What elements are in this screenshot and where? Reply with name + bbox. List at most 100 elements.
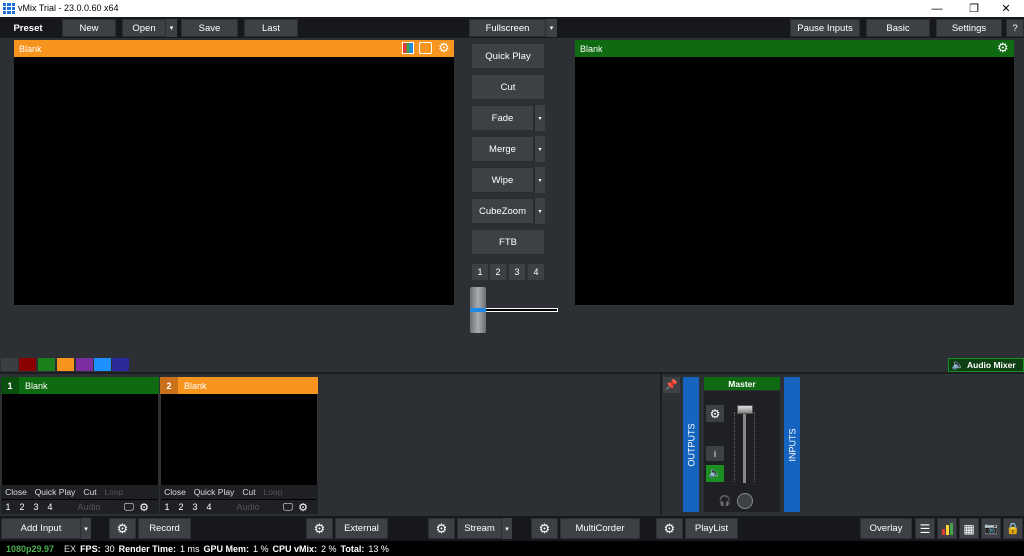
- output-gear-icon[interactable]: ⚙: [997, 40, 1010, 56]
- external-button[interactable]: External: [335, 518, 388, 539]
- input-2-cut-button[interactable]: Cut: [238, 487, 260, 497]
- audio-levels-icon[interactable]: [937, 518, 957, 539]
- cubezoom-dropdown-button[interactable]: ▾: [534, 198, 545, 224]
- input-2-gear-icon[interactable]: ⚙: [296, 501, 310, 514]
- preset-label[interactable]: Preset: [8, 20, 48, 36]
- lock-icon[interactable]: 🔒: [1003, 518, 1023, 539]
- color-correction-icon[interactable]: [402, 42, 414, 54]
- input-1-gear-icon[interactable]: ⚙: [137, 501, 151, 514]
- preview-title: Blank: [19, 43, 42, 54]
- playlist-button[interactable]: PlayList: [685, 518, 738, 539]
- record-gear-icon[interactable]: ⚙: [109, 518, 136, 539]
- preview-video[interactable]: [14, 57, 454, 305]
- color-swatch[interactable]: [76, 358, 93, 371]
- ftb-button[interactable]: FTB: [471, 229, 545, 255]
- cpu-vmix-label: CPU vMix:: [272, 543, 318, 554]
- stream-button[interactable]: Stream: [457, 518, 502, 539]
- color-swatch[interactable]: [19, 358, 36, 371]
- new-button[interactable]: New: [62, 19, 116, 37]
- input-2-close-button[interactable]: Close: [160, 487, 190, 497]
- color-swatch[interactable]: [1, 358, 18, 371]
- save-button[interactable]: Save: [181, 19, 238, 37]
- master-fader-handle[interactable]: [737, 405, 753, 414]
- stream-dropdown-button[interactable]: ▾: [502, 518, 512, 539]
- input-1-overlay-4[interactable]: 4: [43, 502, 57, 512]
- fade-button[interactable]: Fade: [471, 105, 534, 131]
- outputs-tab[interactable]: OUTPUTS: [683, 377, 699, 512]
- master-gear-icon[interactable]: ⚙: [706, 405, 724, 422]
- open-dropdown-button[interactable]: ▾: [166, 19, 177, 37]
- add-input-button[interactable]: Add Input: [1, 518, 81, 539]
- input-1-quick-play-button[interactable]: Quick Play: [31, 487, 79, 497]
- merge-button[interactable]: Merge: [471, 136, 534, 162]
- color-swatch[interactable]: [112, 358, 129, 371]
- merge-dropdown-button[interactable]: ▾: [534, 136, 545, 162]
- render-time-label: Render Time:: [118, 543, 176, 554]
- audio-mixer-tab[interactable]: 🔈 Audio Mixer: [948, 358, 1024, 372]
- input-2-header[interactable]: 2 Blank: [160, 377, 318, 394]
- fullscreen-dropdown-button[interactable]: ▾: [546, 19, 557, 37]
- input-1-cut-button[interactable]: Cut: [79, 487, 101, 497]
- last-button[interactable]: Last: [244, 19, 298, 37]
- balance-knob[interactable]: [737, 493, 753, 509]
- multicorder-button[interactable]: MultiCorder: [560, 518, 640, 539]
- pause-inputs-button[interactable]: Pause Inputs: [790, 19, 860, 37]
- color-swatch[interactable]: [57, 358, 74, 371]
- input-2-audio-button[interactable]: Audio: [216, 502, 280, 512]
- quick-play-button[interactable]: Quick Play: [471, 43, 545, 69]
- help-button[interactable]: ?: [1006, 19, 1024, 37]
- input-2-overlay-4[interactable]: 4: [202, 502, 216, 512]
- open-button[interactable]: Open: [122, 19, 166, 37]
- inputs-tab[interactable]: INPUTS: [784, 377, 800, 512]
- basic-button[interactable]: Basic: [866, 19, 930, 37]
- input-1-loop-button[interactable]: Loop: [101, 487, 127, 497]
- input-2-monitor-icon[interactable]: 🖵: [280, 502, 296, 513]
- input-1-monitor-icon[interactable]: 🖵: [121, 502, 137, 513]
- snapshot-icon[interactable]: 📷: [981, 518, 1001, 539]
- video-format: 1080p29.97: [6, 543, 55, 554]
- wipe-dropdown-button[interactable]: ▾: [534, 167, 545, 193]
- close-window-button[interactable]: ✕: [988, 0, 1024, 17]
- input-2-loop-button[interactable]: Loop: [260, 487, 286, 497]
- input-1-header[interactable]: 1 Blank: [1, 377, 159, 394]
- external-gear-icon[interactable]: ⚙: [306, 518, 333, 539]
- input-1-overlay-3[interactable]: 3: [29, 502, 43, 512]
- transition-4-button[interactable]: 4: [528, 264, 544, 280]
- menu-icon[interactable]: ☰: [915, 518, 935, 539]
- input-1-audio-button[interactable]: Audio: [57, 502, 121, 512]
- color-swatch[interactable]: [38, 358, 55, 371]
- fade-dropdown-button[interactable]: ▾: [534, 105, 545, 131]
- input-1-close-button[interactable]: Close: [1, 487, 31, 497]
- input-2-overlay-3[interactable]: 3: [188, 502, 202, 512]
- master-mute-speaker-icon[interactable]: 🔈: [706, 465, 724, 482]
- stream-gear-icon[interactable]: ⚙: [428, 518, 455, 539]
- screen-icon[interactable]: [419, 42, 432, 54]
- pin-icon[interactable]: 📌: [663, 377, 680, 393]
- add-input-dropdown-button[interactable]: ▾: [81, 518, 91, 539]
- master-fader-track[interactable]: [743, 408, 746, 483]
- fullscreen-button[interactable]: Fullscreen: [469, 19, 546, 37]
- master-info-button[interactable]: i: [706, 446, 724, 461]
- wipe-button[interactable]: Wipe: [471, 167, 534, 193]
- overlay-button[interactable]: Overlay: [860, 518, 912, 539]
- input-1-controls: Close Quick Play Cut Loop: [1, 485, 159, 499]
- settings-button[interactable]: Settings: [936, 19, 1002, 37]
- preview-gear-icon[interactable]: ⚙: [438, 40, 451, 56]
- transition-1-button[interactable]: 1: [472, 264, 488, 280]
- multiview-grid-icon[interactable]: ▦: [959, 518, 979, 539]
- multicorder-gear-icon[interactable]: ⚙: [531, 518, 558, 539]
- input-2-overlay-1[interactable]: 1: [160, 502, 174, 512]
- record-button[interactable]: Record: [138, 518, 191, 539]
- input-2-quick-play-button[interactable]: Quick Play: [190, 487, 238, 497]
- playlist-gear-icon[interactable]: ⚙: [656, 518, 683, 539]
- input-2-overlay-2[interactable]: 2: [174, 502, 188, 512]
- input-1-overlay-2[interactable]: 2: [15, 502, 29, 512]
- headphones-icon[interactable]: 🎧: [718, 494, 732, 508]
- t-bar-track[interactable]: [485, 308, 558, 312]
- transition-3-button[interactable]: 3: [509, 264, 525, 280]
- cut-button[interactable]: Cut: [471, 74, 545, 100]
- input-1-overlay-1[interactable]: 1: [1, 502, 15, 512]
- transition-2-button[interactable]: 2: [490, 264, 506, 280]
- cubezoom-button[interactable]: CubeZoom: [471, 198, 534, 224]
- color-swatch[interactable]: [94, 358, 111, 371]
